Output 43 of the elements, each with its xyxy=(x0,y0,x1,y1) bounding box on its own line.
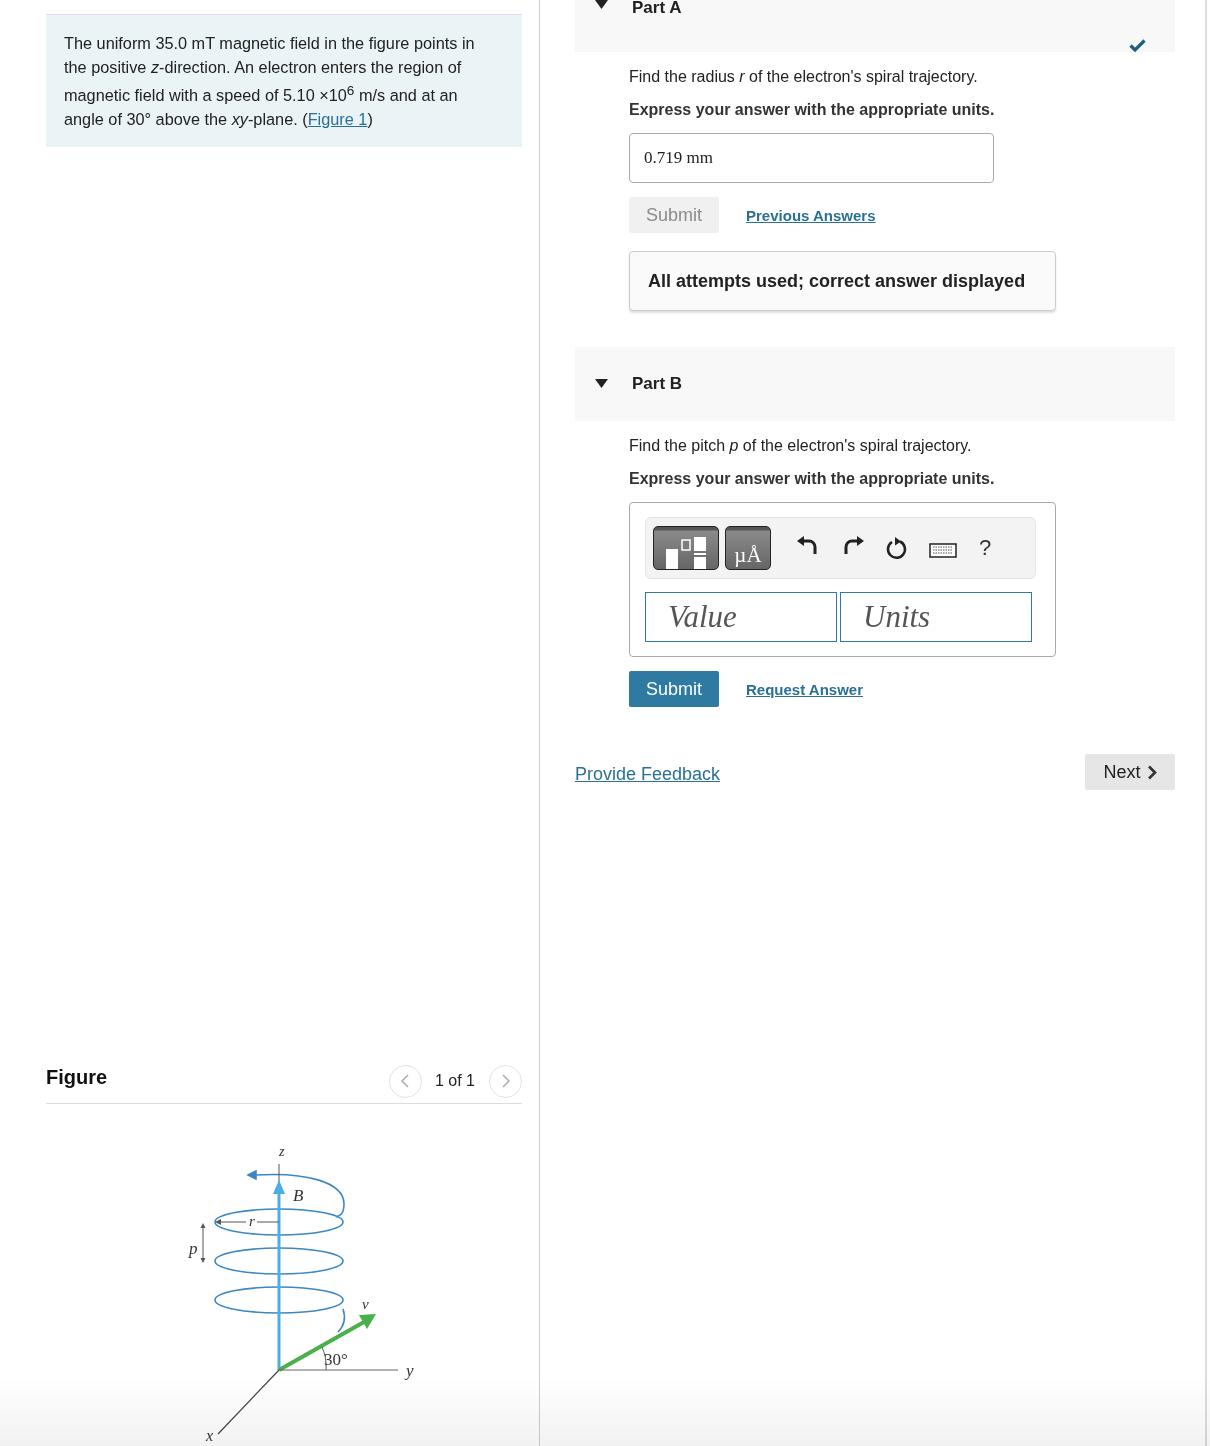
collapse-toggle[interactable] xyxy=(595,0,608,10)
caret-down-icon xyxy=(595,379,608,388)
velocity-label: v⃗ xyxy=(362,1296,381,1312)
part-title: Part B xyxy=(632,376,683,392)
x-axis xyxy=(217,1369,280,1435)
chevron-left-icon xyxy=(401,1074,410,1088)
chevron-right-icon xyxy=(501,1074,510,1088)
z-axis xyxy=(278,1163,280,1183)
previous-answers-link[interactable]: Previous Answers xyxy=(746,206,876,224)
caret-down-icon xyxy=(595,0,608,9)
question-text: Find the radius r of the electron's spiral trajectory. xyxy=(629,67,979,87)
part-title: Part A xyxy=(632,0,682,16)
next-button[interactable]: Next xyxy=(1085,754,1175,790)
angle-label: 30° xyxy=(324,1350,348,1369)
y-axis-label: y xyxy=(406,1361,414,1380)
request-answer-link[interactable]: Request Answer xyxy=(746,680,863,698)
submit-button[interactable]: Submit xyxy=(629,671,720,707)
x-axis-label: x xyxy=(206,1427,214,1444)
figure-heading: Figure xyxy=(46,1065,109,1089)
feedback-message: All attempts used; correct answer displayed xyxy=(629,251,1056,311)
value-field[interactable]: Value xyxy=(645,592,837,642)
units-button[interactable]: µÅ xyxy=(725,526,771,570)
z-axis-label: z xyxy=(279,1144,285,1159)
field-label: B⃗ xyxy=(293,1186,317,1205)
radius-label: r xyxy=(249,1213,255,1229)
instruction-text: Express your answer with the appropriate units. xyxy=(629,469,996,489)
units-field[interactable]: Units xyxy=(840,592,1032,642)
pitch-label: p xyxy=(189,1239,198,1258)
figure-counter: 1 of 1 xyxy=(434,1072,475,1090)
pitch-arrow xyxy=(200,1223,206,1263)
instruction-text: Express your answer with the appropriate units. xyxy=(629,100,996,120)
chevron-right-icon xyxy=(1146,764,1157,780)
checkmark-icon xyxy=(1129,39,1146,52)
provide-feedback-link[interactable]: Provide Feedback xyxy=(575,764,721,785)
templates-button[interactable] xyxy=(653,526,719,570)
question-text: Find the pitch p of the electron's spiral trajectory. xyxy=(629,436,973,456)
figure-link[interactable]: Figure 1 xyxy=(307,109,368,128)
help-button[interactable]: ? xyxy=(979,535,992,561)
radius-arrow xyxy=(215,1219,280,1225)
answer-field[interactable]: 0.719 mm xyxy=(629,133,994,183)
problem-text: The uniform 35.0 mT magnetic field in the figure points in the positive z-direction. An electron enters the region of magnetic field with a speed of 5.10 ×10$^{6}$ m/s and at an angle of 30° above the xy-plane. (Figure 1) xyxy=(64,33,476,130)
angle-arc xyxy=(321,1346,327,1371)
collapse-toggle[interactable] xyxy=(595,379,608,389)
